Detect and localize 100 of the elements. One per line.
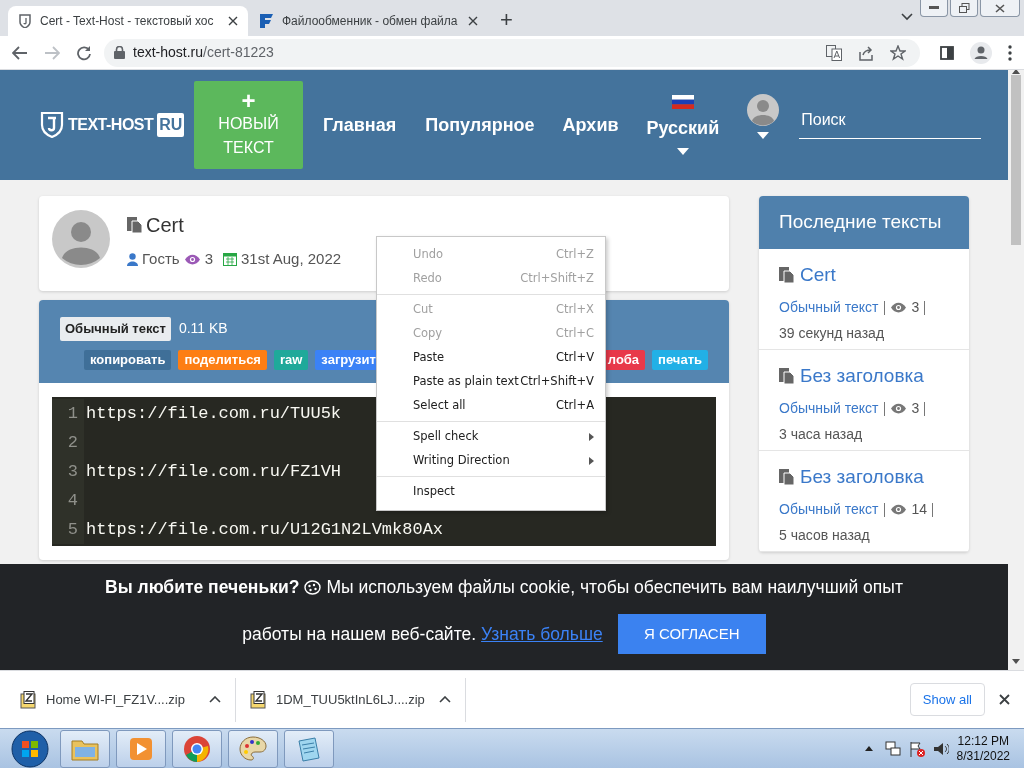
author-name: Гость — [142, 249, 180, 269]
speaker-icon[interactable] — [932, 740, 949, 757]
menu-item[interactable]: Writing Direction — [377, 449, 605, 473]
file-icon — [258, 13, 274, 29]
browser-tab[interactable]: Cert - Text-Host - текстовый хос — [8, 6, 248, 36]
logo-icon — [40, 112, 64, 138]
line-number: 2 — [52, 428, 84, 457]
eye-icon — [889, 403, 907, 415]
view-count: 14 — [911, 500, 928, 520]
share-icon — [858, 44, 874, 61]
menu-item[interactable]: Spell check — [377, 425, 605, 449]
recent-link[interactable]: Без заголовка — [779, 362, 924, 391]
panel-title: Последние тексты — [759, 196, 969, 249]
nav-link[interactable]: Архив — [562, 111, 619, 139]
chevron-up-icon[interactable] — [439, 696, 451, 703]
taskbar-app-button[interactable] — [284, 729, 334, 768]
caret-up-icon — [864, 746, 873, 751]
document-icon — [779, 368, 794, 385]
line-number: 4 — [52, 486, 84, 515]
minimize-button[interactable] — [920, 0, 948, 17]
line-number: 3 — [52, 457, 84, 486]
view-count: 3 — [204, 249, 213, 269]
action-button[interactable]: копировать — [84, 349, 172, 370]
chevron-down-icon[interactable] — [901, 13, 913, 21]
nav-link[interactable]: Главная — [323, 111, 397, 139]
eye-icon — [889, 504, 907, 516]
syntax-link[interactable]: Обычный текст — [779, 398, 879, 420]
close-icon[interactable] — [468, 16, 478, 26]
line-number: 1 — [52, 399, 84, 428]
restore-icon — [958, 3, 970, 13]
clock[interactable]: 12:12 PM 8/31/2022 — [956, 733, 1010, 764]
document-icon — [779, 469, 794, 486]
shield-icon — [18, 14, 32, 28]
minimize-icon — [929, 6, 939, 10]
eye-icon — [183, 253, 201, 265]
syntax-label: Обычный текст — [60, 317, 171, 341]
side-panel-icon — [940, 45, 954, 60]
lock-icon — [114, 46, 125, 59]
calendar-icon — [223, 252, 237, 267]
download-item[interactable]: Home WI-FI_FZ1V....zip — [20, 677, 236, 722]
close-icon — [999, 694, 1010, 705]
syntax-link[interactable]: Обычный текст — [779, 297, 879, 319]
language-link[interactable]: Русский — [646, 115, 720, 142]
time-ago: 39 секунд назад — [779, 325, 886, 343]
eye-icon — [889, 302, 907, 314]
cookie-text: Мы используем файлы cookie, чтобы обеспечить вам наилучший опыт — [326, 576, 903, 599]
star-icon — [890, 44, 906, 61]
show-all-button[interactable]: Show all — [909, 682, 985, 717]
recent-link[interactable]: Без заголовка — [779, 463, 924, 492]
caret-icon[interactable] — [676, 148, 689, 155]
start-orb-icon — [10, 729, 50, 768]
scroll-down-icon[interactable] — [1012, 659, 1020, 664]
file-size: 0.11 KB — [178, 319, 228, 339]
avatar-icon[interactable] — [747, 93, 780, 126]
document-icon — [127, 217, 142, 233]
flag-alert-icon[interactable] — [908, 740, 925, 757]
menu-item[interactable]: Inspect — [377, 480, 605, 504]
search-field[interactable]: Поиск — [799, 101, 982, 139]
new-tab-button[interactable]: + — [496, 9, 517, 31]
user-icon — [127, 252, 138, 266]
view-count: 3 — [911, 298, 920, 318]
taskbar-app-button[interactable] — [228, 729, 278, 768]
browser-tab[interactable]: Файлообменник - обмен файла — [248, 6, 488, 36]
cookie-text: работы на нашем веб-сайте. — [242, 623, 477, 647]
cookie-heading: Вы любите печеньки? — [105, 576, 300, 599]
syntax-link[interactable]: Обычный текст — [779, 499, 879, 521]
menu-item[interactable]: Paste as plain textCtrl+Shift+V — [377, 370, 605, 394]
action-button[interactable]: raw — [273, 349, 309, 370]
address-bar[interactable]: text-host.ru/cert-81223 — [104, 38, 920, 67]
close-icon[interactable] — [228, 16, 238, 26]
taskbar-app-button[interactable] — [172, 729, 222, 768]
logo-badge: RU — [157, 113, 185, 137]
time-ago: 5 часов назад — [779, 527, 871, 545]
translate-icon — [826, 44, 842, 61]
action-button[interactable]: печать — [652, 349, 708, 370]
chevron-up-icon[interactable] — [209, 696, 221, 703]
download-item[interactable]: 1DM_TUU5ktInL6LJ....zip — [250, 677, 466, 722]
code-line: https://file.com.ru/FZ1VH — [85, 460, 342, 483]
recent-link[interactable]: Cert — [779, 261, 836, 290]
close-icon — [995, 3, 1005, 13]
logo-text: TEXT-HOST — [68, 115, 154, 135]
nav-link[interactable]: Популярное — [425, 111, 535, 139]
network-icon[interactable] — [884, 740, 901, 757]
code-line: https://file.com.ru/TUU5k — [85, 402, 342, 425]
restore-button[interactable] — [950, 0, 978, 17]
document-icon — [779, 267, 794, 284]
profile-icon — [970, 41, 992, 64]
learn-more-link[interactable]: Узнать больше — [481, 621, 603, 648]
url-text: text-host.ru/cert-81223 — [133, 43, 274, 62]
scrollbar-thumb[interactable] — [1011, 75, 1021, 245]
new-text-button[interactable]: + НОВЫЙ ТЕКСТ — [194, 81, 303, 169]
post-date: 31st Aug, 2022 — [241, 249, 342, 269]
line-number: 5 — [52, 515, 84, 544]
post-title: Cert — [146, 213, 184, 238]
accept-button[interactable]: Я СОГЛАСЕН — [617, 614, 766, 655]
close-button[interactable] — [980, 0, 1020, 17]
menu-item[interactable]: Select all Ctrl+A — [377, 394, 605, 418]
caret-icon[interactable] — [757, 131, 770, 139]
taskbar-app-button[interactable] — [116, 729, 166, 768]
action-button[interactable]: поделиться — [178, 349, 267, 370]
